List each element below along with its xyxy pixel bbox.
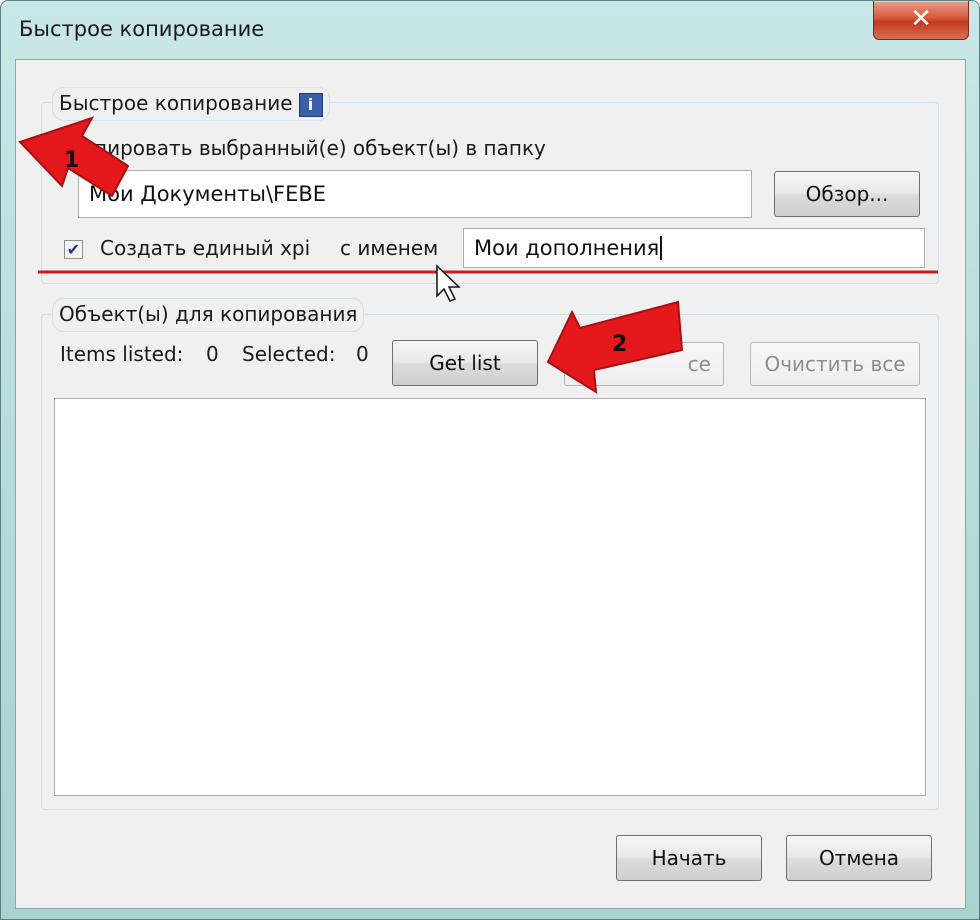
annotation-marker-1: 1 — [64, 148, 80, 173]
objects-list[interactable] — [54, 398, 926, 796]
dialog-window: Быстрое копирование ✕ Быстрое копировани… — [0, 0, 980, 920]
select-all-button-label: се — [687, 352, 711, 376]
items-listed-count: 0 — [206, 342, 219, 366]
close-button[interactable]: ✕ — [873, 1, 969, 40]
items-listed-label: Items listed: — [60, 342, 184, 366]
clear-all-button[interactable]: Очистить все — [750, 342, 920, 386]
checkmark-icon: ✔ — [66, 240, 81, 259]
annotation-marker-2: 2 — [612, 332, 628, 357]
cancel-button[interactable]: Отмена — [786, 835, 932, 881]
selected-label: Selected: — [242, 342, 336, 366]
select-all-button[interactable]: се — [564, 342, 724, 386]
xpi-name-field[interactable]: Мои дополнения — [463, 228, 925, 268]
close-icon: ✕ — [910, 4, 932, 34]
text-caret — [660, 236, 663, 260]
window-title: Быстрое копирование — [19, 17, 265, 41]
folder-path-field[interactable]: Мои Документы\FEBE — [78, 170, 752, 218]
info-icon[interactable]: i — [298, 92, 323, 117]
objects-legend: Объект(ы) для копирования — [52, 298, 365, 332]
dialog-client-area: Быстрое копирование i пировать выбранный(… — [15, 59, 966, 909]
create-xpi-checkbox[interactable]: ✔ — [64, 240, 83, 259]
quick-copy-legend: Быстрое копирование i — [52, 87, 330, 121]
quick-copy-legend-text: Быстрое копирование — [59, 91, 293, 115]
start-button[interactable]: Начать — [616, 835, 762, 881]
get-list-button[interactable]: Get list — [392, 340, 538, 386]
browse-button[interactable]: Обзор... — [774, 171, 920, 217]
create-xpi-label: Создать единый xpi — [100, 236, 311, 260]
title-bar[interactable]: Быстрое копирование ✕ — [1, 1, 979, 59]
copy-to-folder-label: пировать выбранный(е) объект(ы) в папку — [94, 136, 546, 160]
xpi-name-value: Мои дополнения — [474, 236, 660, 260]
with-name-label: с именем — [340, 236, 439, 260]
selected-count: 0 — [356, 342, 369, 366]
